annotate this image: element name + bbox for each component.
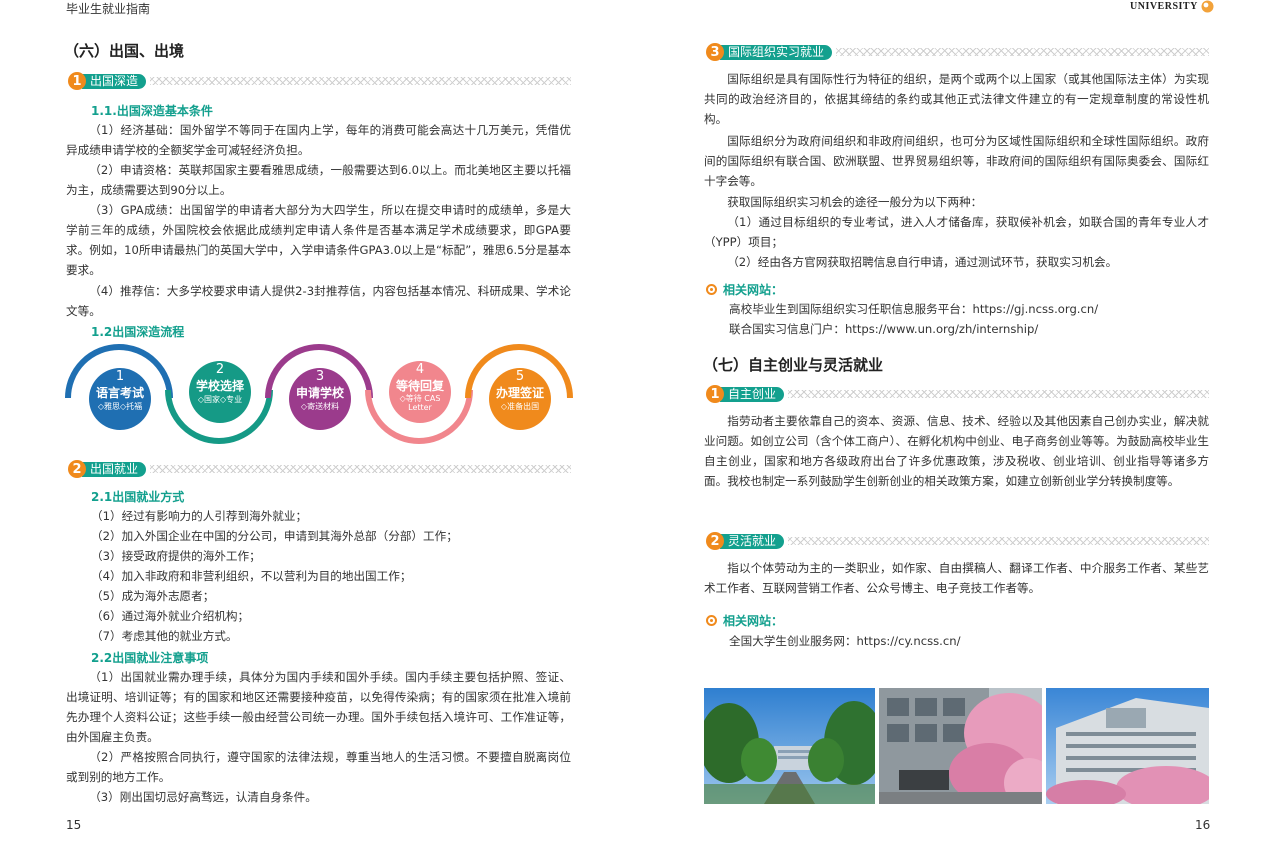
step-1-title: 语言考试 [95, 386, 144, 400]
page-number-right: 16 [1195, 818, 1211, 832]
step-3-circle: 3 申请学校 ◇寄送材料 [289, 368, 351, 430]
zigzag-divider [788, 537, 1209, 545]
badge-number: 1 [706, 385, 724, 403]
badge-label: 自主创业 [720, 386, 785, 402]
ways-list: （1）经过有影响力的人引荐到海外就业； （2）加入外国企业在中国的分公司，申请到… [91, 506, 458, 646]
section-title-abroad: （六）出国、出境 [64, 42, 185, 60]
step-1-number: 1 [115, 369, 125, 384]
list-item: （5）成为海外志愿者； [91, 589, 215, 603]
subheading-1-1: 1.1.出国深造基本条件 [91, 104, 213, 118]
related-sites-heading-2: 相关网站： [706, 612, 783, 629]
link-gj-ncss[interactable]: 高校毕业生到国际组织实习任职信息服务平台：https://gj.ncss.org… [729, 299, 1098, 319]
brand-logo-icon [1201, 0, 1214, 13]
paragraph-recommendation: （4）推荐信：大多学校要求申请人提供2-3封推荐信，内容包括基本情况、科研成果、… [66, 284, 571, 318]
target-icon [706, 615, 717, 626]
related-sites-label: 相关网站： [723, 614, 784, 628]
section-title-entrepreneurship: （七）自主创业与灵活就业 [703, 356, 884, 374]
paragraph-economy: （1）经济基础：国外留学不等同于在国内上学，每年的消费可能会高达十几万美元，凭借… [66, 123, 571, 157]
step-5-number: 5 [515, 369, 525, 384]
list-item: （7）考虑其他的就业方式。 [91, 629, 238, 643]
list-item: （2）加入外国企业在中国的分公司，申请到其海外总部（分部）工作； [91, 529, 458, 543]
paragraph-realistic: （3）刚出国切忌好高骛远，认清自身条件。 [89, 790, 317, 804]
step-4-number: 4 [415, 362, 425, 377]
zigzag-divider [788, 390, 1209, 398]
paragraph-intl-org-types: 国际组织分为政府间组织和非政府间组织，也可分为区域性国际组织和全球性国际组织。政… [704, 134, 1209, 188]
list-item: （3）接受政府提供的海外工作； [91, 549, 261, 563]
step-2-desc: ◇国家◇专业 [197, 395, 243, 404]
header-left-title: 毕业生就业指南 [66, 2, 151, 16]
list-item: （6）通过海外就业介绍机构； [91, 609, 250, 623]
badge-number: 3 [706, 43, 724, 61]
paragraph-procedures: （1）出国就业需办理手续，具体分为国内手续和国外手续。国内手续主要包括护照、签证… [66, 670, 571, 744]
step-4-desc: ◇等待 CAS Letter [399, 394, 441, 412]
badge-label: 国际组织实习就业 [720, 44, 833, 60]
brand-text: UNIVERSITY [1130, 1, 1198, 12]
step-2-title: 学校选择 [195, 379, 244, 393]
campus-photo-boulevard [704, 688, 875, 804]
badge-number: 2 [706, 532, 724, 550]
paragraph-intl-org-way2: （2）经由各方官网获取招聘信息自行申请，通过测试环节，获取实习机会。 [727, 255, 1118, 269]
list-item: （1）经过有影响力的人引荐到海外就业； [91, 509, 308, 523]
related-sites-label: 相关网站： [723, 283, 784, 297]
step-5-circle: 5 办理签证 ◇准备出国 [489, 368, 551, 430]
step-5-title: 办理签证 [495, 386, 544, 400]
paragraph-self-employment: 指劳动者主要依靠自己的资本、资源、信息、技术、经验以及其他因素自己创办实业，解决… [704, 414, 1209, 488]
paragraph-intl-org-def: 国际组织是具有国际性行为特征的组织，是两个或两个以上国家（或其他国际法主体）为实… [704, 72, 1209, 126]
paragraph-contract: （2）严格按照合同执行，遵守国家的法律法规，尊重当地人的生活习惯。不要擅自脱离岗… [66, 750, 571, 784]
step-4-title: 等待回复 [395, 379, 444, 393]
page-number-left: 15 [66, 818, 82, 832]
campus-photo-blossoms [879, 688, 1042, 804]
list-item: （4）加入非政府和非营利组织，不以营利为目的地出国工作； [91, 569, 412, 583]
related-sites-heading: 相关网站： [706, 281, 783, 298]
subheading-2-1: 2.1出国就业方式 [91, 490, 185, 504]
badge-number: 1 [68, 72, 86, 90]
subheading-2-2: 2.2出国就业注意事项 [91, 651, 209, 665]
step-2-circle: 2 学校选择 ◇国家◇专业 [189, 361, 251, 423]
paragraph-intl-org-way1: （1）通过目标组织的专业考试，进入人才储备库，获取候补机会，如联合国的青年专业人… [704, 215, 1209, 249]
badge-work-abroad: 2 出国就业 [68, 460, 571, 478]
badge-number: 2 [68, 460, 86, 478]
paragraph-gpa: （3）GPA成绩：出国留学的申请者大部分为大四学生，所以在提交申请时的成绩单，多… [66, 203, 571, 277]
campus-photo-building [1046, 688, 1209, 804]
step-3-desc: ◇寄送材料 [300, 402, 340, 411]
paragraph-eligibility: （2）申请资格：英联邦国家主要看雅思成绩，一般需要达到6.0以上。而北美地区主要… [66, 163, 571, 197]
step-3-title: 申请学校 [295, 386, 344, 400]
step-3-number: 3 [315, 369, 325, 384]
zigzag-divider [836, 48, 1209, 56]
badge-label: 灵活就业 [720, 533, 785, 549]
step-4-circle: 4 等待回复 ◇等待 CAS Letter [389, 361, 451, 423]
paragraph-flexible-employment: 指以个体劳动为主的一类职业，如作家、自由撰稿人、翻译工作者、中介服务工作者、某些… [704, 561, 1209, 595]
badge-self-employment: 1 自主创业 [706, 385, 1209, 403]
zigzag-divider [150, 465, 571, 473]
badge-flexible-employment: 2 灵活就业 [706, 532, 1209, 550]
step-5-desc: ◇准备出国 [500, 402, 540, 411]
paragraph-intl-org-ways: 获取国际组织实习机会的途径一般分为以下两种： [727, 195, 983, 209]
step-1-circle: 1 语言考试 ◇雅思◇托福 [89, 368, 151, 430]
badge-label: 出国就业 [82, 461, 147, 477]
link-cy-ncss[interactable]: 全国大学生创业服务网：https://cy.ncss.cn/ [729, 631, 960, 651]
zigzag-divider [150, 77, 571, 85]
target-icon [706, 284, 717, 295]
header-brand: UNIVERSITY [1130, 0, 1214, 13]
badge-label: 出国深造 [82, 73, 147, 89]
step-1-desc: ◇雅思◇托福 [97, 402, 143, 411]
link-un-internship[interactable]: 联合国实习信息门户：https://www.un.org/zh/internsh… [729, 319, 1038, 339]
badge-further-study: 1 出国深造 [68, 72, 571, 90]
badge-intl-org: 3 国际组织实习就业 [706, 43, 1209, 61]
step-2-number: 2 [215, 362, 225, 377]
